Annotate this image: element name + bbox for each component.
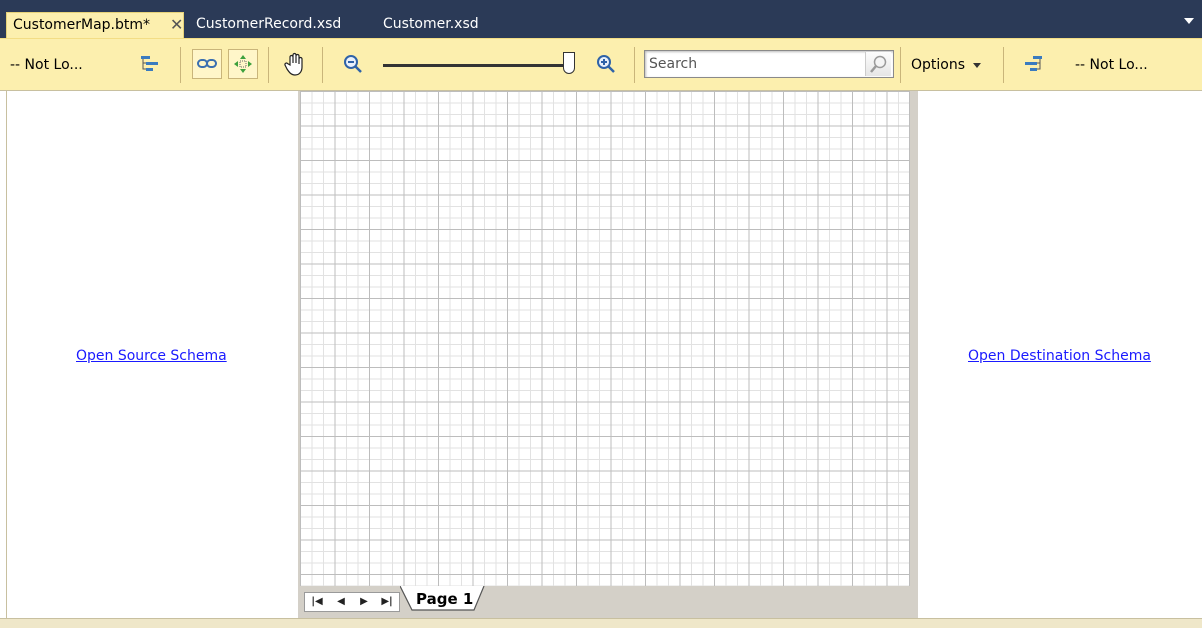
toolbar-separator xyxy=(900,47,901,83)
zoom-slider-track xyxy=(383,64,565,67)
source-schema-icon[interactable] xyxy=(139,53,161,75)
search-icon xyxy=(869,54,889,78)
tab-label: CustomerMap.btm* xyxy=(13,17,151,33)
relevance-icon xyxy=(232,53,254,79)
close-icon[interactable]: ✕ xyxy=(170,16,183,34)
options-label: Options xyxy=(911,57,966,73)
tab-label: CustomerRecord.xsd xyxy=(196,16,342,32)
first-page-icon[interactable]: |◀ xyxy=(306,593,328,611)
mapper-toolbar: -- Not Lo... Search Options -- Not Lo... xyxy=(0,38,1202,91)
open-destination-schema-link[interactable]: Open Destination Schema xyxy=(968,348,1151,364)
source-schema-pane: Open Source Schema xyxy=(6,91,298,618)
page-tab-label: Page 1 xyxy=(416,590,474,608)
search-button[interactable] xyxy=(865,52,891,76)
show-links-button[interactable] xyxy=(192,49,222,79)
page-tab-1[interactable]: Page 1 xyxy=(400,586,486,612)
toolbar-separator xyxy=(268,47,269,83)
last-page-icon[interactable]: ▶| xyxy=(376,593,398,611)
tab-customerrecord[interactable]: CustomerRecord.xsd xyxy=(190,12,347,38)
open-source-schema-link[interactable]: Open Source Schema xyxy=(76,348,227,364)
zoom-in-icon[interactable] xyxy=(596,54,616,74)
toolbar-separator xyxy=(322,47,323,83)
search-input[interactable] xyxy=(649,54,863,74)
toolbar-separator xyxy=(634,47,635,83)
destination-schema-pane: Open Destination Schema xyxy=(918,91,1202,618)
tab-customer[interactable]: Customer.xsd xyxy=(377,12,485,38)
source-schema-combo[interactable]: -- Not Lo... xyxy=(10,57,83,73)
chevron-down-icon xyxy=(973,62,982,68)
link-icon xyxy=(196,56,218,76)
zoom-out-icon[interactable] xyxy=(343,54,363,74)
destination-schema-icon[interactable] xyxy=(1022,53,1044,75)
tab-label: Customer.xsd xyxy=(383,16,479,32)
search-box xyxy=(644,50,894,78)
page-nav-buttons: |◀ ◀ ▶ ▶| xyxy=(304,592,400,612)
toolbar-separator xyxy=(180,47,181,83)
tab-overflow-chevron-icon[interactable] xyxy=(1184,18,1194,24)
page-navigation-bar: |◀ ◀ ▶ ▶| Page 1 xyxy=(300,586,910,616)
relevance-view-button[interactable] xyxy=(228,49,258,79)
next-page-icon[interactable]: ▶ xyxy=(353,593,375,611)
mapper-grid-frame: |◀ ◀ ▶ ▶| Page 1 xyxy=(298,91,918,618)
destination-schema-combo[interactable]: -- Not Lo... xyxy=(1075,57,1148,73)
previous-page-icon[interactable]: ◀ xyxy=(330,593,352,611)
zoom-slider-thumb[interactable] xyxy=(563,52,575,74)
options-dropdown[interactable]: Options xyxy=(911,57,982,73)
toolbar-separator xyxy=(1003,47,1004,83)
tab-customermap[interactable]: CustomerMap.btm* ✕ xyxy=(6,12,184,38)
document-tab-strip: CustomerMap.btm* ✕ CustomerRecord.xsd Cu… xyxy=(0,0,1202,38)
pan-hand-icon[interactable] xyxy=(283,51,307,77)
mapper-grid[interactable] xyxy=(300,91,910,586)
